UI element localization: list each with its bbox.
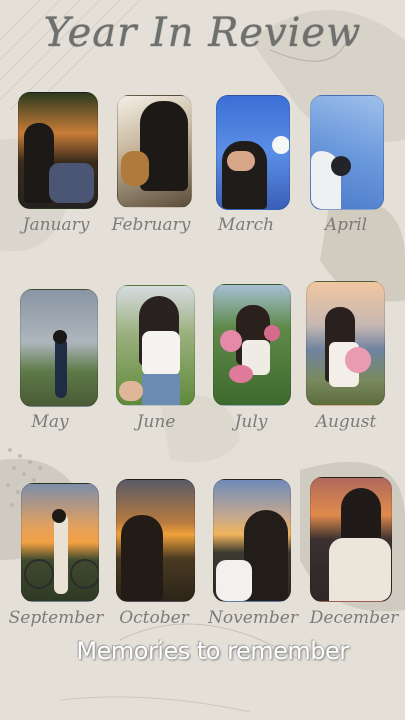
tagline: Memories to remember bbox=[76, 637, 349, 665]
photo-card-january bbox=[18, 92, 98, 209]
photo-card-april bbox=[310, 95, 384, 210]
photo-card-october bbox=[116, 479, 195, 602]
page-title: Year In Review bbox=[43, 10, 362, 56]
month-label-october: October bbox=[119, 608, 189, 628]
photo-card-june bbox=[116, 285, 195, 406]
month-label-november: November bbox=[208, 608, 298, 628]
photo-card-august bbox=[306, 281, 385, 406]
photo-card-july bbox=[213, 284, 291, 406]
photo-card-september bbox=[21, 483, 99, 602]
month-label-july: July bbox=[234, 412, 268, 432]
month-label-may: May bbox=[31, 412, 69, 432]
month-label-march: March bbox=[217, 215, 275, 235]
month-label-april: April bbox=[324, 215, 368, 235]
photo-card-may bbox=[20, 289, 98, 407]
month-label-september: September bbox=[8, 608, 104, 628]
month-label-august: August bbox=[315, 412, 377, 432]
photo-card-march bbox=[216, 95, 290, 210]
photo-card-december bbox=[310, 477, 392, 602]
photo-card-november bbox=[213, 479, 291, 602]
month-label-december: December bbox=[309, 608, 399, 628]
month-label-january: January bbox=[22, 215, 90, 235]
month-label-february: February bbox=[111, 215, 191, 235]
month-label-june: June bbox=[136, 412, 176, 432]
photo-card-february bbox=[117, 95, 192, 208]
